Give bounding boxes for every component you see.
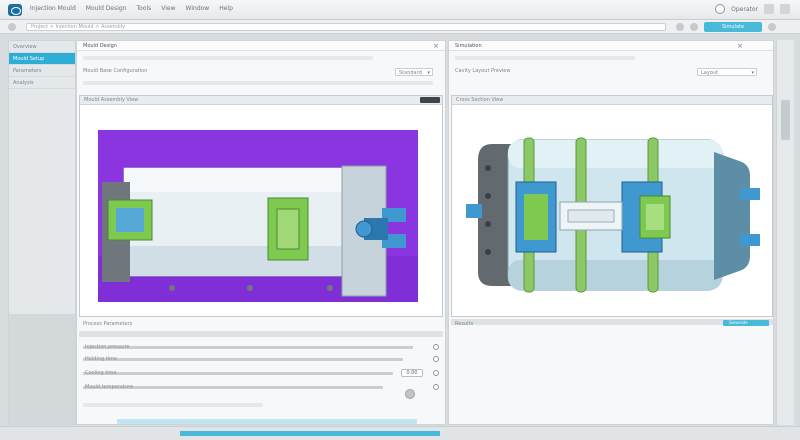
section-viewport[interactable]: Cross Section View bbox=[451, 95, 773, 317]
scroll-thumb[interactable] bbox=[781, 100, 790, 140]
divider bbox=[455, 56, 635, 60]
menu-bar: Injection Mould Mould Design Tools View … bbox=[30, 5, 233, 12]
progress-track bbox=[117, 419, 417, 424]
divider bbox=[83, 56, 373, 60]
menu-item[interactable]: Help bbox=[219, 5, 233, 12]
right-panel: Simulation × Cavity Layout Preview Layou… bbox=[448, 40, 774, 425]
back-icon[interactable] bbox=[8, 23, 16, 31]
form-row: Cooling time 0.00 bbox=[83, 369, 443, 379]
status-bar bbox=[0, 426, 800, 440]
form-row: Injection pressure bbox=[83, 343, 443, 353]
scrollbar[interactable] bbox=[776, 40, 794, 425]
sidebar: Overview Mould Setup Parameters Analysis bbox=[8, 40, 76, 425]
menu-icon[interactable] bbox=[768, 23, 776, 31]
section-render bbox=[466, 137, 760, 293]
window-controls: Operator bbox=[715, 4, 790, 14]
chevron-down-icon: ▾ bbox=[427, 70, 430, 76]
gear-icon[interactable] bbox=[690, 23, 698, 31]
toolbar: Project > Injection Mould > Assembly Sim… bbox=[0, 20, 800, 34]
adjust-knob[interactable] bbox=[405, 389, 415, 399]
sub-label: Mould Base Configuration bbox=[83, 68, 148, 74]
row-label: Cooling time bbox=[85, 370, 117, 376]
address-field[interactable]: Project > Injection Mould > Assembly bbox=[26, 23, 666, 31]
row-radio[interactable] bbox=[433, 344, 439, 350]
row-label: Injection pressure bbox=[85, 344, 130, 350]
sidebar-item-analysis[interactable]: Analysis bbox=[9, 77, 75, 89]
row-label: Mould temperature bbox=[85, 384, 134, 390]
generate-label: Generate bbox=[729, 320, 748, 325]
panel-title: Simulation bbox=[449, 41, 773, 51]
sidebar-item-mould-setup[interactable]: Mould Setup bbox=[9, 53, 75, 65]
layout-dropdown[interactable]: Layout ▾ bbox=[697, 68, 757, 76]
value-stepper[interactable]: 0.00 bbox=[401, 369, 423, 377]
sidebar-footer bbox=[9, 314, 75, 424]
sidebar-item-overview[interactable]: Overview bbox=[9, 41, 75, 53]
divider bbox=[79, 331, 443, 337]
row-label: Holding time bbox=[85, 356, 117, 362]
panel-title: Mould Design bbox=[77, 41, 445, 51]
progress-bar bbox=[180, 431, 440, 436]
logo-icon bbox=[8, 4, 22, 16]
search-icon[interactable] bbox=[676, 23, 684, 31]
chevron-down-icon: ▾ bbox=[751, 70, 754, 76]
divider bbox=[83, 403, 263, 407]
menu-item[interactable]: Injection Mould bbox=[30, 5, 76, 12]
menu-item[interactable]: Tools bbox=[137, 5, 152, 12]
row-radio[interactable] bbox=[433, 370, 439, 376]
form-row: Mould temperature bbox=[83, 383, 443, 393]
menu-item[interactable]: Mould Design bbox=[86, 5, 127, 12]
title-bar: Injection Mould Mould Design Tools View … bbox=[0, 0, 800, 20]
simulate-button[interactable]: Simulate bbox=[704, 22, 762, 32]
close-window-button[interactable] bbox=[780, 4, 790, 14]
menu-item[interactable]: Window bbox=[186, 5, 210, 12]
user-icon[interactable] bbox=[715, 4, 726, 14]
row-radio[interactable] bbox=[433, 356, 439, 362]
row-radio[interactable] bbox=[433, 384, 439, 390]
section-label: Results bbox=[455, 321, 474, 327]
user-label: Operator bbox=[731, 5, 758, 13]
section-label: Process Parameters bbox=[83, 321, 133, 327]
mould-viewport[interactable]: Mould Assembly View bbox=[79, 95, 443, 317]
divider bbox=[83, 81, 433, 85]
minimize-button[interactable] bbox=[764, 4, 774, 14]
right-cap bbox=[714, 152, 750, 280]
close-icon[interactable]: × bbox=[737, 43, 743, 50]
dropdown-value: Layout bbox=[701, 70, 718, 76]
mould-type-dropdown[interactable]: Standard ▾ bbox=[395, 68, 433, 76]
sidebar-item-parameters[interactable]: Parameters bbox=[9, 65, 75, 77]
menu-item[interactable]: View bbox=[161, 5, 175, 12]
sub-label: Cavity Layout Preview bbox=[455, 68, 511, 74]
left-panel: Mould Design × Mould Base Configuration … bbox=[76, 40, 446, 425]
close-icon[interactable]: × bbox=[433, 43, 439, 50]
form-row: Holding time bbox=[83, 355, 443, 365]
dropdown-value: Standard bbox=[399, 70, 422, 76]
mould-render bbox=[98, 130, 418, 302]
